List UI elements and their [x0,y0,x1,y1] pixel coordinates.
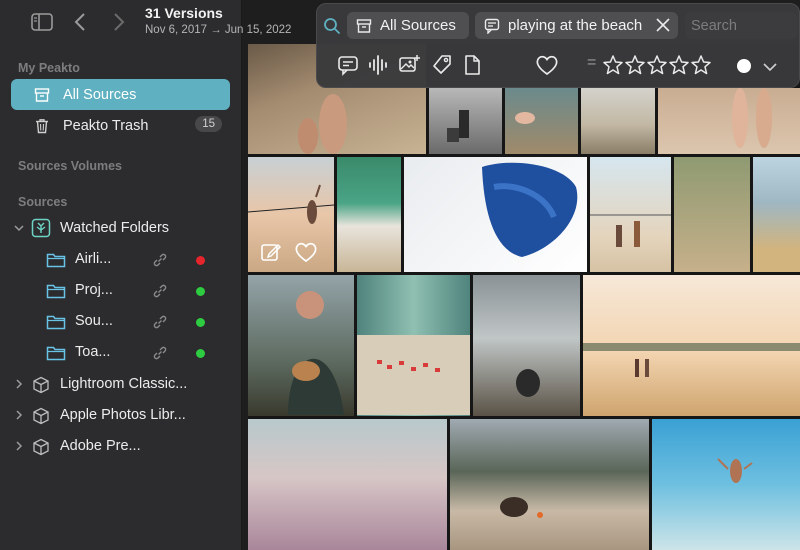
star-icon [691,55,711,75]
search-input[interactable] [685,12,797,39]
photo-thumbnail[interactable] [652,419,800,550]
tree-item-label: Adobe Pre... [60,438,141,454]
section-my-peakto: My Peakto [18,61,80,75]
tree-item-lightroom[interactable]: Lightroom Classic... [0,371,240,399]
tree-item-label: Watched Folders [60,220,170,236]
star-icon [603,55,623,75]
catalog-cube-icon [32,407,50,425]
folder-icon [46,314,66,330]
photo-thumbnail[interactable] [581,88,655,154]
photo-add-icon[interactable] [398,54,420,76]
star-icon [647,55,667,75]
toolbar: 31 Versions Nov 6, 2017 → Jun 15, 2022 [0,0,316,44]
photo-grid [248,44,800,550]
title-block: 31 Versions Nov 6, 2017 → Jun 15, 2022 [145,4,291,38]
forward-arrow-icon[interactable] [106,9,132,35]
chevron-down-icon[interactable] [763,60,777,72]
archive-box-icon [33,86,51,104]
photo-thumbnail[interactable] [450,419,649,550]
chevron-right-icon[interactable] [14,379,26,391]
folder-label: Sou... [75,313,113,329]
heart-filter-icon[interactable] [535,54,558,76]
watched-folder-icon [31,218,51,238]
section-sources-volumes: Sources Volumes [18,159,122,173]
folder-item[interactable]: Airli... [0,246,240,274]
photo-thumbnail[interactable] [473,275,580,416]
date-range: Nov 6, 2017 → Jun 15, 2022 [145,24,292,36]
star-rating[interactable] [602,54,712,76]
back-arrow-icon[interactable] [67,9,93,35]
close-icon[interactable] [656,18,670,32]
tag-icon[interactable] [431,54,453,76]
edit-icon[interactable] [260,241,282,263]
chevron-down-icon[interactable] [14,223,26,235]
chevron-right-icon[interactable] [14,441,26,453]
tree-item-apple-photos[interactable]: Apple Photos Libr... [0,402,240,430]
link-icon[interactable] [152,283,168,299]
folder-icon [46,252,66,268]
sidebar-item-label: Peakto Trash [63,117,149,134]
status-dot [196,287,205,296]
photo-thumbnail[interactable] [658,88,800,154]
photo-thumbnail[interactable] [674,157,750,272]
photo-thumbnail[interactable] [590,157,671,272]
trash-count-badge: 15 [195,116,222,132]
folder-icon [46,283,66,299]
sidebar-toggle-icon[interactable] [29,9,55,35]
folder-label: Airli... [75,251,112,267]
star-icon [625,55,645,75]
chevron-right-icon[interactable] [14,410,26,422]
tree-item-watched-folders[interactable]: Watched Folders [0,215,240,243]
waveform-icon[interactable] [367,54,389,76]
token-label: All Sources [380,17,456,34]
folder-label: Proj... [75,282,113,298]
star-icon [669,55,689,75]
link-icon[interactable] [152,314,168,330]
folder-item[interactable]: Sou... [0,308,240,336]
sidebar-item-label: All Sources [63,86,137,103]
section-sources: Sources [18,195,68,209]
caption-filter-icon[interactable] [337,54,359,76]
photo-thumbnail[interactable] [248,275,354,416]
link-icon[interactable] [152,345,168,361]
status-dot [196,349,205,358]
photo-thumbnail[interactable] [404,157,587,272]
tree-item-label: Lightroom Classic... [60,376,188,392]
caption-bubble-icon [484,18,500,35]
photo-thumbnail[interactable] [248,157,334,272]
photo-thumbnail[interactable] [337,157,401,272]
heart-icon[interactable] [294,241,318,263]
status-dot [196,318,205,327]
sidebar-item-trash[interactable]: Peakto Trash 15 [11,110,230,141]
folder-item[interactable]: Toa... [0,339,240,367]
trash-icon [33,117,51,135]
photo-thumbnail[interactable] [505,88,578,154]
version-count-title: 31 Versions [145,5,223,21]
folder-label: Toa... [75,344,111,360]
status-dot [196,256,205,265]
archive-box-icon [356,18,372,34]
photo-thumbnail[interactable] [583,275,800,416]
photo-thumbnail[interactable] [753,157,800,272]
photo-thumbnail[interactable] [357,275,470,416]
document-icon[interactable] [461,54,483,76]
catalog-cube-icon [32,376,50,394]
sidebar: 31 Versions Nov 6, 2017 → Jun 15, 2022 M… [0,0,291,550]
token-all-sources[interactable]: All Sources [347,12,469,39]
search-icon[interactable] [323,17,341,35]
link-icon[interactable] [152,252,168,268]
photo-thumbnail[interactable] [248,419,447,550]
search-panel: All Sources playing at the beach = [316,3,800,88]
rating-operator[interactable]: = [587,54,596,72]
sidebar-item-all-sources[interactable]: All Sources [11,79,230,110]
token-query[interactable]: playing at the beach [475,12,678,39]
token-label: playing at the beach [508,17,643,34]
tree-item-adobe[interactable]: Adobe Pre... [0,433,240,461]
folder-item[interactable]: Proj... [0,277,240,305]
color-label-dot[interactable] [737,59,751,73]
tree-item-label: Apple Photos Libr... [60,407,186,423]
folder-icon [46,345,66,361]
photo-thumbnail[interactable] [429,88,502,154]
catalog-cube-icon [32,438,50,456]
